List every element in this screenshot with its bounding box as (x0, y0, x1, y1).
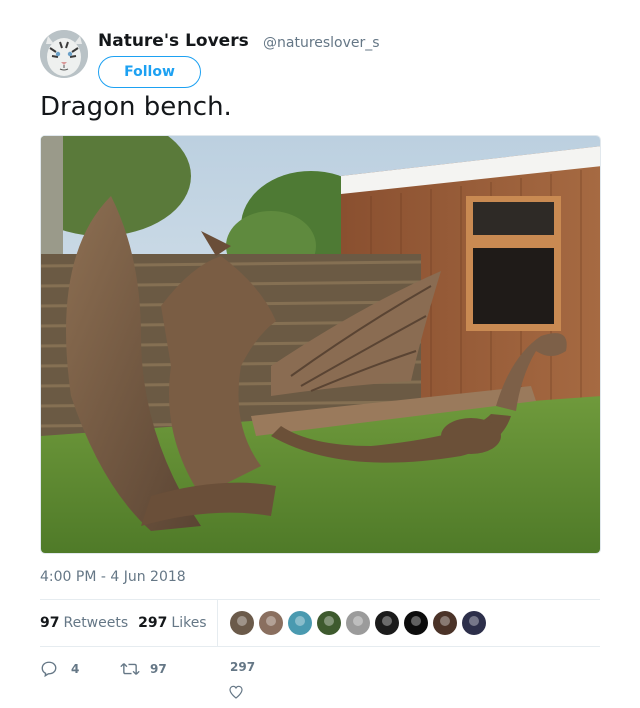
follow-button[interactable]: Follow (98, 56, 201, 88)
dragon-bench-photo-icon (41, 136, 600, 553)
likes-stat[interactable]: 297 Likes (138, 615, 206, 631)
tweet-photo[interactable] (40, 135, 601, 554)
retweets-stat[interactable]: 97 Retweets (40, 615, 128, 631)
like-action[interactable]: 297 (230, 660, 255, 674)
liker-avatars (230, 611, 491, 635)
retweets-label: Retweets (63, 615, 129, 631)
reply-icon (41, 661, 57, 678)
liker-avatar-8-icon[interactable] (433, 611, 457, 635)
retweet-count: 97 (150, 662, 167, 676)
liker-avatar-5-icon[interactable] (346, 611, 370, 635)
heart-icon (229, 685, 243, 699)
white-tiger-avatar-icon (40, 30, 88, 78)
reply-action[interactable]: 4 (40, 660, 79, 678)
tweet-text: Dragon bench. (40, 92, 232, 122)
liker-avatar-4-icon[interactable] (317, 611, 341, 635)
like-count: 297 (230, 660, 256, 674)
author-handle[interactable]: @natureslover_s (263, 35, 380, 51)
liker-avatar-6-icon[interactable] (375, 611, 399, 635)
tweet-card: Nature's Lovers @natureslover_s Follow D… (0, 0, 640, 708)
retweets-count: 97 (40, 615, 60, 631)
like-button[interactable] (228, 684, 244, 700)
author-avatar[interactable] (40, 30, 88, 78)
retweet-action[interactable]: 97 (120, 660, 167, 678)
stats-separator (217, 600, 218, 646)
author-display-name[interactable]: Nature's Lovers (98, 31, 249, 51)
retweet-icon (120, 663, 140, 675)
liker-avatar-9-icon[interactable] (462, 611, 486, 635)
likes-count: 297 (138, 615, 168, 631)
reply-count: 4 (71, 662, 80, 676)
tweet-timestamp[interactable]: 4:00 PM - 4 Jun 2018 (40, 569, 186, 585)
liker-avatar-1-icon[interactable] (230, 611, 254, 635)
liker-avatar-2-icon[interactable] (259, 611, 283, 635)
engagement-stats: 97 Retweets 297 Likes (40, 600, 217, 646)
likes-label: Likes (171, 615, 207, 631)
divider-bottom (40, 646, 600, 647)
liker-avatar-3-icon[interactable] (288, 611, 312, 635)
liker-avatar-7-icon[interactable] (404, 611, 428, 635)
